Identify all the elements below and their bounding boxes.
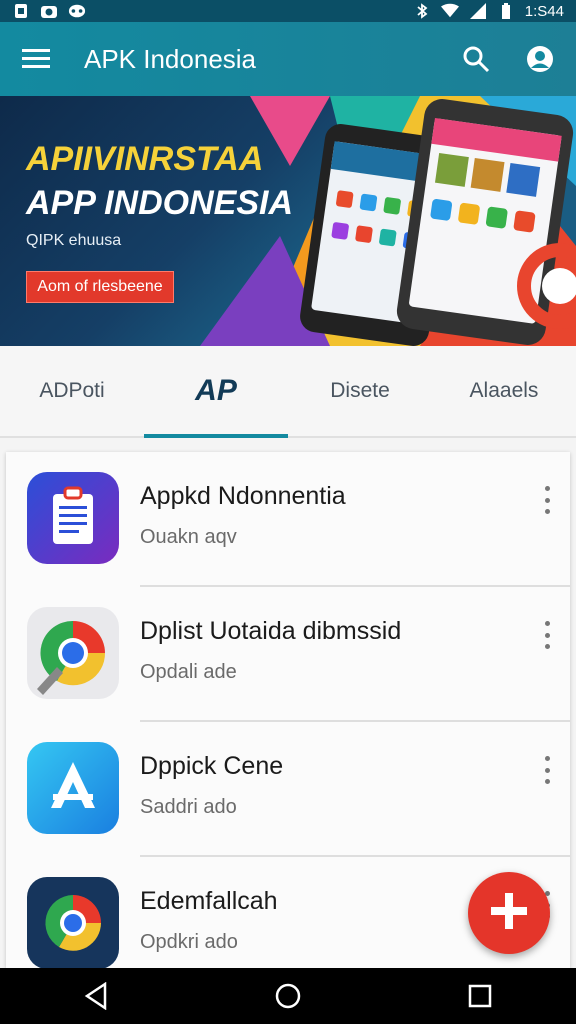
back-icon[interactable] <box>76 976 116 1016</box>
sim-icon <box>12 3 30 19</box>
add-fab-button[interactable] <box>468 872 550 954</box>
status-time: 1:S44 <box>524 2 564 20</box>
tab-label: AP <box>195 374 237 407</box>
bluetooth-icon <box>413 3 431 19</box>
app-bar: APK Indonesia <box>0 22 576 96</box>
app-subtitle: Saddri ado <box>140 796 237 818</box>
camera-icon <box>40 3 58 19</box>
status-right: 1:S44 <box>413 3 564 20</box>
home-icon[interactable] <box>268 976 308 1016</box>
plus-icon <box>489 891 529 936</box>
tab-alaaels[interactable]: Alaaels <box>432 346 576 436</box>
recents-icon[interactable] <box>460 976 500 1016</box>
account-icon[interactable] <box>522 41 558 77</box>
game-icon <box>68 3 86 19</box>
chrome-alt-app-icon <box>27 877 119 968</box>
app-title: Appkd Ndonnentia <box>140 482 346 510</box>
tab-ap[interactable]: AP <box>144 346 288 438</box>
app-subtitle: Opdkri ado <box>140 931 238 953</box>
signal-icon <box>469 3 487 19</box>
tab-label: Alaaels <box>469 379 539 402</box>
app-title: Dplist Uotaida dibmssid <box>140 617 402 645</box>
app-title: Dppick Cene <box>140 752 284 780</box>
tab-label: ADPoti <box>39 379 105 402</box>
tab-adpoti[interactable]: ADPoti <box>0 346 144 436</box>
list-item[interactable]: Appkd Ndonnentia Ouakn aqv <box>6 452 570 587</box>
promo-banner[interactable]: APIIVINRSTAA APP INDONESIA QIPK ehuusa A… <box>0 96 576 346</box>
appstore-app-icon <box>27 742 119 834</box>
status-bar: 1:S44 <box>0 0 576 22</box>
notes-app-icon <box>27 472 119 564</box>
wifi-icon <box>440 3 459 19</box>
banner-cta-button[interactable]: Aom of rlesbeene <box>26 271 174 303</box>
app-title: Edemfallcah <box>140 887 278 915</box>
list-item[interactable]: Dppick Cene Saddri ado <box>6 722 570 857</box>
search-icon[interactable] <box>458 41 494 77</box>
app-title: APK Indonesia <box>84 43 257 74</box>
more-options-icon[interactable] <box>540 486 554 514</box>
battery-icon <box>497 3 515 19</box>
app-subtitle: Opdali ade <box>140 661 237 683</box>
tab-bar: ADPoti AP Disete Alaaels <box>0 346 576 438</box>
menu-icon[interactable] <box>18 41 54 77</box>
status-left <box>12 3 86 19</box>
banner-headline: APIIVINRSTAA <box>26 140 264 178</box>
banner-title: APP INDONESIA <box>26 184 294 222</box>
list-item[interactable]: Dplist Uotaida dibmssid Opdali ade <box>6 587 570 722</box>
tab-label: Disete <box>330 379 390 402</box>
tab-disete[interactable]: Disete <box>288 346 432 436</box>
chrome-app-icon <box>27 607 119 699</box>
more-options-icon[interactable] <box>540 621 554 649</box>
more-options-icon[interactable] <box>540 756 554 784</box>
banner-subtitle: QIPK ehuusa <box>26 232 122 249</box>
system-nav-bar <box>0 968 576 1024</box>
app-subtitle: Ouakn aqv <box>140 526 237 548</box>
